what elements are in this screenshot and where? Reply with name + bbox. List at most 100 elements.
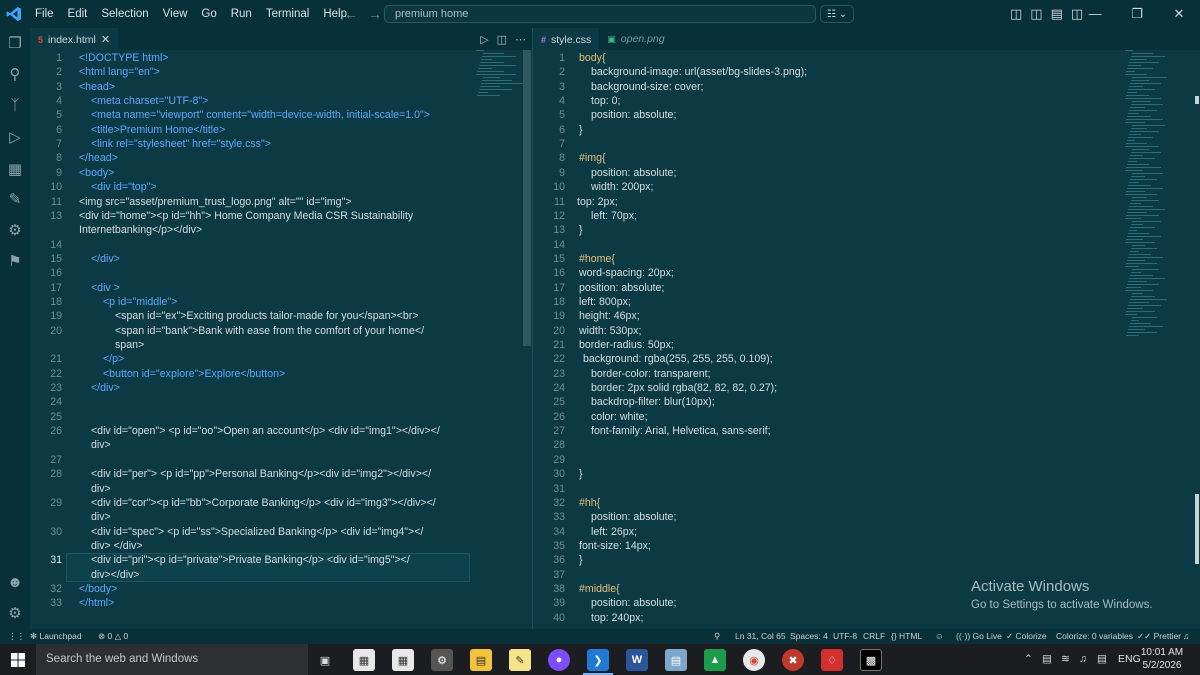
command-center-search[interactable]: premium home — [384, 5, 816, 23]
run-icon[interactable]: ▷ — [480, 33, 488, 46]
menu-item-go[interactable]: Go — [194, 0, 223, 28]
zoom-icon[interactable]: ⚲ — [714, 629, 720, 644]
line-number: 1 — [56, 52, 62, 64]
copilot-status-icon[interactable]: ☺ — [935, 629, 944, 644]
code-line: <img src="asset/premium_trust_logo.png" … — [79, 195, 352, 208]
explorer-icon[interactable]: ❐ — [0, 30, 30, 56]
vscode-taskbar-icon[interactable]: ❯ — [587, 649, 609, 671]
sticky-notes-icon[interactable]: ✎ — [509, 649, 531, 671]
problems-item[interactable]: ⊗ 0 △ 0 — [98, 629, 128, 644]
forward-arrow-icon[interactable]: → — [368, 6, 382, 22]
back-arrow-icon[interactable]: ← — [344, 6, 358, 22]
tab-style-css[interactable]: # style.css — [533, 28, 600, 50]
extensions-icon[interactable]: ▦ — [0, 156, 30, 182]
language-mode[interactable]: {} HTML — [891, 629, 922, 644]
close-icon[interactable]: ✕ — [1158, 0, 1200, 28]
line-number: 26 — [50, 425, 62, 438]
minimize-icon[interactable]: — — [1074, 0, 1116, 28]
prettier-item[interactable]: ✓✓ Prettier — [1137, 629, 1181, 644]
network-drive-icon[interactable]: ▤ — [665, 649, 687, 671]
restore-icon[interactable]: ❐ — [1116, 0, 1158, 28]
code-editor-left[interactable]: 1 <!DOCTYPE html> 2 <html lang="en"> 3 <head>… — [30, 50, 532, 629]
encoding[interactable]: UTF-8 — [833, 629, 857, 644]
terminal-icon[interactable]: ▩ — [860, 649, 882, 671]
menu-item-edit[interactable]: Edit — [61, 0, 95, 28]
volume-icon[interactable]: ♫ — [1079, 644, 1087, 675]
line-ending[interactable]: CRLF — [863, 629, 885, 644]
menu-item-view[interactable]: View — [156, 0, 195, 28]
toggle-panel-icon[interactable]: ▤ — [1051, 6, 1063, 22]
code-line: word-spacing: 20px; — [579, 267, 674, 280]
file-explorer-icon[interactable]: ▤ — [470, 649, 492, 671]
launchpad-item[interactable]: ✻ Launchpad — [30, 629, 82, 644]
colorize-item[interactable]: ✓ Colorize — [1006, 629, 1047, 644]
colorize-variables[interactable]: Colorize: 0 variables — [1056, 629, 1133, 644]
code-line: left: 26px; — [591, 525, 637, 538]
go-live-button[interactable]: ((·)) Go Live — [956, 629, 1002, 644]
copilot-button[interactable]: ☷ ⌄ — [820, 5, 854, 23]
account-icon[interactable]: ☻ — [0, 569, 30, 595]
menu-item-selection[interactable]: Selection — [94, 0, 155, 28]
minimap-line — [1129, 326, 1163, 327]
split-editor-icon[interactable]: ◫ — [497, 33, 507, 46]
line-number: 18 — [553, 295, 565, 308]
windows-start-icon[interactable] — [0, 644, 36, 675]
network-icon[interactable]: ≋ — [1061, 644, 1070, 675]
bookmark-icon[interactable]: ⚑ — [0, 248, 30, 274]
scrollbar-marker-right[interactable] — [1195, 494, 1199, 564]
action-center-icon[interactable]: ▤ — [1097, 644, 1107, 675]
line-number: 27 — [553, 425, 565, 438]
menu-item-file[interactable]: File — [28, 0, 61, 28]
prettier-label: Prettier — [1153, 631, 1182, 641]
toggle-sidebar-icon[interactable]: ◫ — [1030, 6, 1042, 22]
menu-item-terminal[interactable]: Terminal — [259, 0, 316, 28]
language-label: HTML — [899, 631, 923, 641]
gear-icon[interactable]: ⚙ — [0, 600, 30, 626]
remote-icon[interactable]: ⋮⋮ — [8, 629, 25, 644]
tab-index-html[interactable]: 5 index.html ✕ — [30, 28, 119, 50]
css-icon: # — [541, 34, 547, 45]
scrollbar-left[interactable] — [523, 50, 531, 346]
menu-item-run[interactable]: Run — [224, 0, 259, 28]
scrollbar-thumb-right[interactable] — [1195, 96, 1199, 104]
github-actions-icon[interactable]: ⚙ — [0, 217, 30, 243]
task-view-icon[interactable]: ▣ — [314, 649, 336, 671]
github-desktop-icon[interactable]: ● — [548, 649, 570, 671]
code-editor-right[interactable]: 1 body{2 background-image: url(asset/bg-sl… — [533, 50, 1200, 629]
taskbar-search-box[interactable]: Search the web and Windows — [36, 644, 308, 675]
code-line: width: 200px; — [591, 181, 654, 194]
customize-layout-icon[interactable]: ◫ — [1010, 6, 1022, 22]
run-debug-icon[interactable]: ▷ — [0, 124, 30, 150]
minimap-line — [1125, 74, 1147, 75]
minimap-line — [1130, 59, 1147, 60]
indentation[interactable]: Spaces: 4 — [790, 629, 828, 644]
minimap-right[interactable] — [1125, 50, 1181, 350]
calculator-app-icon[interactable]: ▦ — [392, 649, 414, 671]
cursor-position[interactable]: Ln 31, Col 65 — [735, 629, 786, 644]
minimap-line — [479, 65, 516, 66]
input-language[interactable]: ENG — [1118, 644, 1141, 675]
line-number: 23 — [50, 382, 62, 395]
pdf-reader-icon[interactable]: ♢ — [821, 649, 843, 671]
word-app-icon[interactable]: W — [626, 649, 648, 671]
brush-icon[interactable]: ✎ — [0, 186, 30, 212]
search-icon[interactable]: ⚲ — [0, 61, 30, 87]
snipping-tool-icon[interactable]: ✖ — [782, 649, 804, 671]
chrome-icon[interactable]: ◉ — [743, 649, 765, 671]
battery-icon[interactable]: ▤ — [1042, 644, 1052, 675]
taskbar-clock[interactable]: 10:01 AM 5/2/2026 — [1140, 646, 1184, 672]
code-line: <div id="cor"><p id="bb">Corporate Banki… — [91, 496, 436, 509]
minimap-line — [1131, 320, 1139, 321]
tray-overflow-chevron-icon[interactable]: ⌃ — [1024, 644, 1033, 675]
tab-open-png[interactable]: ▣ open.png — [599, 28, 672, 50]
close-icon[interactable]: ✕ — [101, 33, 110, 46]
notifications-bell-icon[interactable]: ♫ — [1183, 629, 1189, 644]
triangle-app-icon[interactable]: ▲ — [704, 649, 726, 671]
calendar-app-icon[interactable]: ▦ — [353, 649, 375, 671]
settings-app-icon[interactable]: ⚙ — [431, 649, 453, 671]
source-control-icon[interactable]: ᛉ — [0, 92, 30, 118]
line-number: 10 — [50, 181, 62, 194]
minimap-line — [1127, 140, 1135, 141]
minimap-line — [1129, 182, 1139, 183]
more-actions-icon[interactable]: ⋯ — [515, 33, 526, 46]
